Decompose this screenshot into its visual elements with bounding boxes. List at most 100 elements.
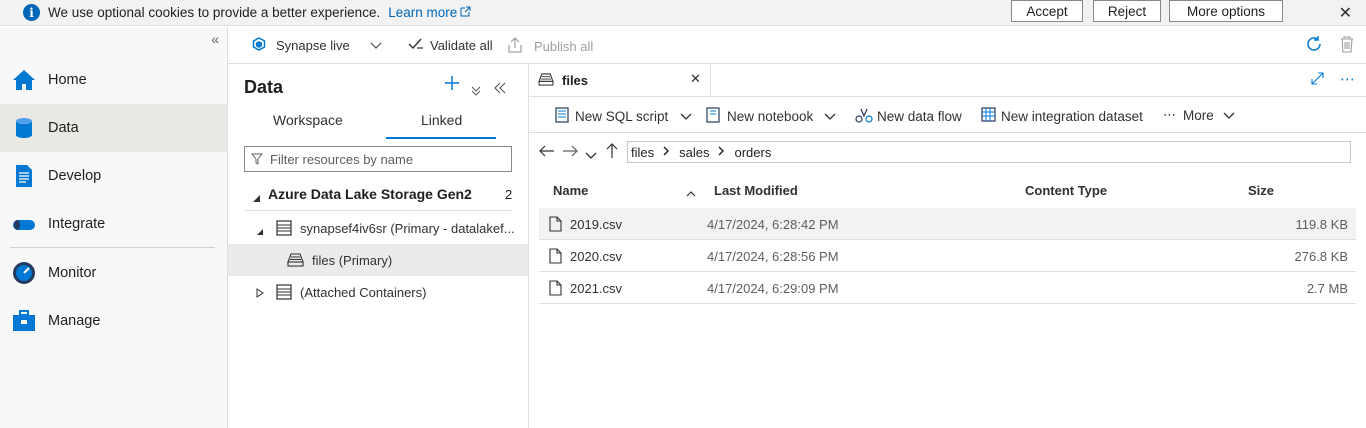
file-name: 2019.csv xyxy=(570,217,623,232)
publish-all-button[interactable]: Publish all xyxy=(508,37,593,56)
filter-icon xyxy=(250,153,264,165)
sql-script-icon xyxy=(554,107,570,126)
pipeline-icon xyxy=(12,212,36,236)
more-options-button[interactable]: More options xyxy=(1169,0,1283,22)
breadcrumb-item[interactable]: orders xyxy=(734,145,771,160)
left-nav: « Home Data Develop Integrate Monitor Ma… xyxy=(0,27,228,428)
check-icon xyxy=(408,37,424,54)
file-size: 276.8 KB xyxy=(1294,249,1349,264)
accept-button[interactable]: Accept xyxy=(1011,0,1083,22)
reject-button[interactable]: Reject xyxy=(1093,0,1161,22)
ellipsis-icon: ⋯ xyxy=(1163,107,1176,122)
dataset-icon xyxy=(981,107,996,125)
collapse-caret-icon[interactable] xyxy=(252,191,261,206)
nav-item-manage[interactable]: Manage xyxy=(0,297,227,345)
table-row[interactable]: 2021.csv 4/17/2024, 6:29:09 PM 2.7 MB xyxy=(539,272,1356,304)
nav-item-label: Integrate xyxy=(48,216,106,232)
nav-item-integrate[interactable]: Integrate xyxy=(0,200,227,248)
file-modified: 4/17/2024, 6:28:42 PM xyxy=(707,217,839,232)
column-header-content-type[interactable]: Content Type xyxy=(1025,183,1107,198)
new-data-flow-button[interactable]: New data flow xyxy=(855,107,962,126)
table-row[interactable]: 2019.csv 4/17/2024, 6:28:42 PM 119.8 KB xyxy=(539,208,1356,240)
tree-item-attached[interactable]: (Attached Containers) xyxy=(228,276,528,308)
nav-item-label: Develop xyxy=(48,168,102,184)
maximize-icon[interactable] xyxy=(1311,72,1324,88)
forward-arrow-icon[interactable] xyxy=(562,145,578,160)
close-tab-icon[interactable]: ✕ xyxy=(690,71,701,87)
expand-all-icon[interactable] xyxy=(471,80,481,101)
column-header-name[interactable]: Name xyxy=(553,183,588,198)
home-icon xyxy=(12,68,36,92)
chevron-right-icon xyxy=(718,146,725,159)
back-arrow-icon[interactable] xyxy=(539,145,555,160)
tree-item-storage[interactable]: synapsef4iv6sr (Primary - datalakef... xyxy=(228,212,528,244)
refresh-icon[interactable] xyxy=(1305,35,1323,56)
active-tab-indicator xyxy=(386,137,496,139)
nav-divider xyxy=(10,247,215,248)
validate-all-label: Validate all xyxy=(430,38,493,53)
nav-item-monitor[interactable]: Monitor xyxy=(0,249,227,297)
data-panel: Data Workspace Linked Azure Data Lake St… xyxy=(228,64,529,428)
add-icon[interactable] xyxy=(444,75,460,96)
chevron-down-icon xyxy=(680,109,692,124)
close-icon[interactable]: ✕ xyxy=(1339,3,1352,23)
tree-item-files-container[interactable]: files (Primary) xyxy=(228,244,528,276)
collapse-panel-icon[interactable] xyxy=(494,78,506,99)
filter-input[interactable] xyxy=(270,151,500,167)
sort-ascending-icon[interactable] xyxy=(686,185,696,200)
nav-item-label: Data xyxy=(48,120,79,136)
expanded-caret-icon xyxy=(256,224,264,239)
column-header-modified[interactable]: Last Modified xyxy=(714,183,798,198)
nav-item-home[interactable]: Home xyxy=(0,56,227,104)
nav-item-data[interactable]: Data xyxy=(0,104,227,152)
tab-files[interactable]: files ✕ xyxy=(529,64,711,96)
breadcrumb-item[interactable]: files xyxy=(631,145,654,160)
chevron-down-icon xyxy=(1223,108,1235,123)
chevron-down-icon xyxy=(824,109,836,124)
recent-locations-icon[interactable] xyxy=(585,148,597,163)
discard-icon[interactable] xyxy=(1340,35,1354,56)
gauge-icon xyxy=(12,261,36,285)
section-title[interactable]: Azure Data Lake Storage Gen2 xyxy=(268,186,472,202)
cookie-banner: i We use optional cookies to provide a b… xyxy=(0,0,1366,26)
file-modified: 4/17/2024, 6:29:09 PM xyxy=(707,281,839,296)
filter-field[interactable] xyxy=(244,146,512,172)
container-icon xyxy=(287,253,304,270)
data-flow-icon xyxy=(855,107,873,126)
tab-workspace[interactable]: Workspace xyxy=(273,112,343,128)
synapse-icon xyxy=(252,37,266,54)
breadcrumb-item[interactable]: sales xyxy=(679,145,709,160)
file-icon xyxy=(549,248,562,267)
new-sql-script-button[interactable]: New SQL script xyxy=(554,107,692,126)
table-row[interactable]: 2020.csv 4/17/2024, 6:28:56 PM 276.8 KB xyxy=(539,240,1356,272)
top-toolbar: Synapse live Validate all Publish all xyxy=(228,27,1366,64)
file-name: 2020.csv xyxy=(570,249,623,264)
nav-item-label: Monitor xyxy=(48,265,97,281)
chevron-down-icon xyxy=(370,38,382,53)
new-data-flow-label: New data flow xyxy=(877,109,962,124)
column-header-size[interactable]: Size xyxy=(1248,183,1274,198)
up-arrow-icon[interactable] xyxy=(606,143,618,162)
validate-all-button[interactable]: Validate all xyxy=(408,37,493,54)
synapse-live-dropdown[interactable]: Synapse live xyxy=(252,37,382,54)
file-size: 2.7 MB xyxy=(1306,281,1348,296)
nav-item-develop[interactable]: Develop xyxy=(0,152,227,200)
collapse-nav-icon[interactable]: « xyxy=(211,31,219,47)
data-panel-title: Data xyxy=(244,77,284,97)
storage-icon xyxy=(276,284,292,303)
breadcrumb[interactable]: files sales orders xyxy=(627,141,1351,163)
file-modified: 4/17/2024, 6:28:56 PM xyxy=(707,249,839,264)
learn-more-link[interactable]: Learn more xyxy=(388,5,457,20)
command-bar: New SQL script New notebook New data flo… xyxy=(529,96,1366,133)
tree-item-label: files (Primary) xyxy=(312,253,393,268)
new-integration-dataset-label: New integration dataset xyxy=(1001,108,1143,124)
external-link-icon xyxy=(460,6,471,20)
new-integration-dataset-button[interactable]: New integration dataset xyxy=(981,107,1143,125)
more-options-icon[interactable]: ⋯ xyxy=(1340,70,1356,88)
new-notebook-button[interactable]: New notebook xyxy=(705,107,836,126)
publish-all-label: Publish all xyxy=(534,39,594,54)
document-icon xyxy=(12,164,36,188)
tab-linked[interactable]: Linked xyxy=(421,112,462,128)
more-button[interactable]: ⋯ More xyxy=(1163,107,1235,123)
synapse-live-label: Synapse live xyxy=(276,38,350,53)
